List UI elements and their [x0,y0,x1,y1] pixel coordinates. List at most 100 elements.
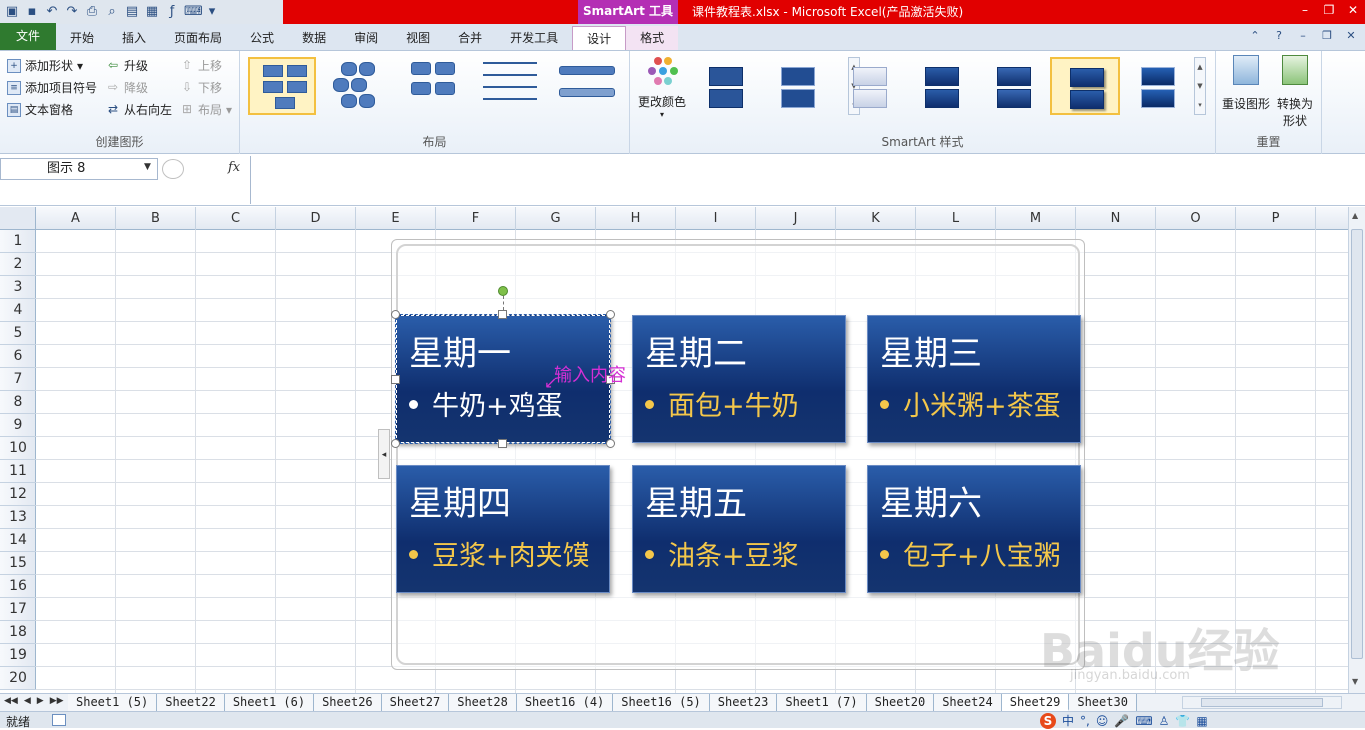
add-bullet-button[interactable]: ≡ 添加项目符号 [7,79,97,96]
vertical-scroll-thumb[interactable] [1351,229,1363,659]
row-header-20[interactable]: 20 [0,667,36,690]
tab-home[interactable]: 开始 [56,26,108,50]
select-all-corner[interactable] [0,207,36,230]
smartart-card-5[interactable]: 星期五 油条+豆浆 [632,465,846,593]
resize-handle[interactable] [498,310,507,319]
tab-insert[interactable]: 插入 [108,26,160,50]
column-header-c[interactable]: C [196,207,276,230]
row-header-10[interactable]: 10 [0,437,36,460]
layout-thumb-1[interactable] [248,57,316,115]
form-icon[interactable]: ▤ [124,4,140,20]
tab-data[interactable]: 数据 [288,26,340,50]
column-header-i[interactable]: I [676,207,756,230]
name-box[interactable]: 图示 8 [0,158,158,180]
row-header-13[interactable]: 13 [0,506,36,529]
row-header-18[interactable]: 18 [0,621,36,644]
reset-graphic-button[interactable]: 重设图形 [1222,55,1270,112]
sheet-tab[interactable]: Sheet1 (6) [224,694,315,711]
sheet-tab[interactable]: Sheet22 [157,694,225,711]
microphone-icon[interactable]: 🎤 [1114,714,1129,728]
restore-doc-icon[interactable]: ❐ [1319,28,1335,44]
row-header-6[interactable]: 6 [0,345,36,368]
style-thumb-5[interactable] [978,57,1048,115]
name-box-dropdown-icon[interactable]: ▼ [144,162,151,172]
style-thumb-1[interactable] [690,57,760,115]
layout-thumb-4[interactable] [476,57,544,115]
text-pane-button[interactable]: ▤ 文本窗格 [7,101,73,118]
user-icon[interactable]: ♙ [1159,714,1170,728]
minimize-icon[interactable]: – [1297,2,1313,18]
row-header-16[interactable]: 16 [0,575,36,598]
calculator-icon[interactable]: ▦ [144,4,160,20]
style-thumb-6[interactable] [1050,57,1120,115]
function-icon[interactable]: ƒ [164,4,180,20]
card-title[interactable]: 星期六 [880,476,982,525]
first-sheet-icon[interactable]: ◀◀ [4,696,18,706]
resize-handle[interactable] [391,439,400,448]
text-pane-toggle[interactable]: ◂ [378,429,390,479]
close-icon[interactable]: ✕ [1345,2,1361,18]
sheet-tab[interactable]: Sheet24 [934,694,1002,711]
row-header-12[interactable]: 12 [0,483,36,506]
row-header-1[interactable]: 1 [0,230,36,253]
customize-qat-icon[interactable]: ▾ [204,4,220,20]
column-header-h[interactable]: H [596,207,676,230]
tab-page-layout[interactable]: 页面布局 [160,26,236,50]
insert-function-button[interactable]: fx [228,160,240,175]
row-header-19[interactable]: 19 [0,644,36,667]
horizontal-scrollbar[interactable] [1182,696,1342,709]
column-header-n[interactable]: N [1076,207,1156,230]
sheet-tab[interactable]: Sheet20 [866,694,935,711]
card-title[interactable]: 星期三 [880,326,982,375]
tools-icon[interactable]: ▦ [1196,714,1207,728]
style-gallery-scroll[interactable]: ▲ ▼ ▾ [1194,57,1206,115]
right-to-left-button[interactable]: ⇄ 从右向左 [106,101,172,118]
smartart-graphic[interactable] [391,239,1085,670]
row-header-14[interactable]: 14 [0,529,36,552]
ime-mode[interactable]: 中 [1062,712,1074,729]
add-shape-button[interactable]: + 添加形状 ▾ [7,57,83,74]
sheet-tab[interactable]: Sheet16 (5) [613,694,710,711]
next-sheet-icon[interactable]: ▶ [37,696,44,706]
redo-icon[interactable]: ↷ [64,4,80,20]
card-bullet[interactable]: 牛奶+鸡蛋 [409,384,563,423]
promote-button[interactable]: ⇦ 升级 [106,57,148,74]
save-icon[interactable]: ▪ [24,4,40,20]
row-header-9[interactable]: 9 [0,414,36,437]
row-header-8[interactable]: 8 [0,391,36,414]
resize-handle[interactable] [498,439,507,448]
card-title[interactable]: 星期四 [409,476,511,525]
column-header-o[interactable]: O [1156,207,1236,230]
row-header-5[interactable]: 5 [0,322,36,345]
print-icon[interactable]: ⎙ [84,4,100,20]
prev-sheet-icon[interactable]: ◀ [24,696,31,706]
sheet-tab[interactable]: Sheet1 (7) [777,694,867,711]
row-header-15[interactable]: 15 [0,552,36,575]
column-header-l[interactable]: L [916,207,996,230]
row-header-7[interactable]: 7 [0,368,36,391]
style-thumb-3[interactable] [834,57,904,115]
resize-handle[interactable] [606,310,615,319]
column-header-e[interactable]: E [356,207,436,230]
card-bullet[interactable]: 油条+豆浆 [645,534,799,573]
style-thumb-2[interactable] [762,57,832,115]
column-header-f[interactable]: F [436,207,516,230]
move-up-button[interactable]: ⇧ 上移 [180,57,222,74]
smartart-card-6[interactable]: 星期六 包子+八宝粥 [867,465,1081,593]
card-title[interactable]: 星期一 [409,326,511,375]
smartart-card-2[interactable]: 星期二 面包+牛奶 [632,315,846,443]
smartart-card-4[interactable]: 星期四豆浆+肉夹馍 [396,465,610,593]
sheet-tab[interactable]: Sheet26 [314,694,382,711]
last-sheet-icon[interactable]: ▶▶ [50,696,64,706]
tab-format[interactable]: 格式 [626,26,679,50]
column-header-k[interactable]: K [836,207,916,230]
column-header-a[interactable]: A [36,207,116,230]
layout-thumb-2[interactable] [324,57,392,115]
punctuation-icon[interactable]: °, [1080,714,1090,728]
shortcut-icon[interactable]: ⌨ [184,4,203,20]
style-thumb-7[interactable] [1122,57,1192,115]
scroll-down-icon[interactable]: ▼ [1352,677,1358,686]
sheet-tab[interactable]: Sheet16 (4) [516,694,614,711]
column-header-b[interactable]: B [116,207,196,230]
card-bullet[interactable]: 豆浆+肉夹馍 [409,534,590,573]
